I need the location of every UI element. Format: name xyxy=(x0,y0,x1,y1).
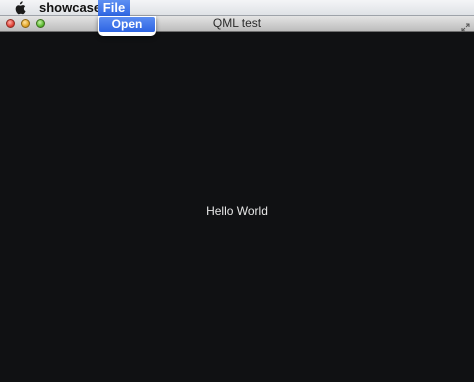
file-menu[interactable]: File xyxy=(98,0,130,16)
file-dropdown-menu: Open xyxy=(98,16,156,36)
hello-text: Hello World xyxy=(206,204,268,218)
window-content: Hello World xyxy=(0,32,474,382)
window-title: QML test xyxy=(212,16,262,30)
menu-bar: showcase File xyxy=(0,0,474,16)
fullscreen-icon[interactable] xyxy=(461,19,470,32)
apple-logo-icon[interactable] xyxy=(11,0,29,16)
window-titlebar[interactable]: QML test xyxy=(0,16,474,32)
menu-item-open[interactable]: Open xyxy=(99,17,155,32)
app-menu-showcase[interactable]: showcase xyxy=(39,0,101,16)
